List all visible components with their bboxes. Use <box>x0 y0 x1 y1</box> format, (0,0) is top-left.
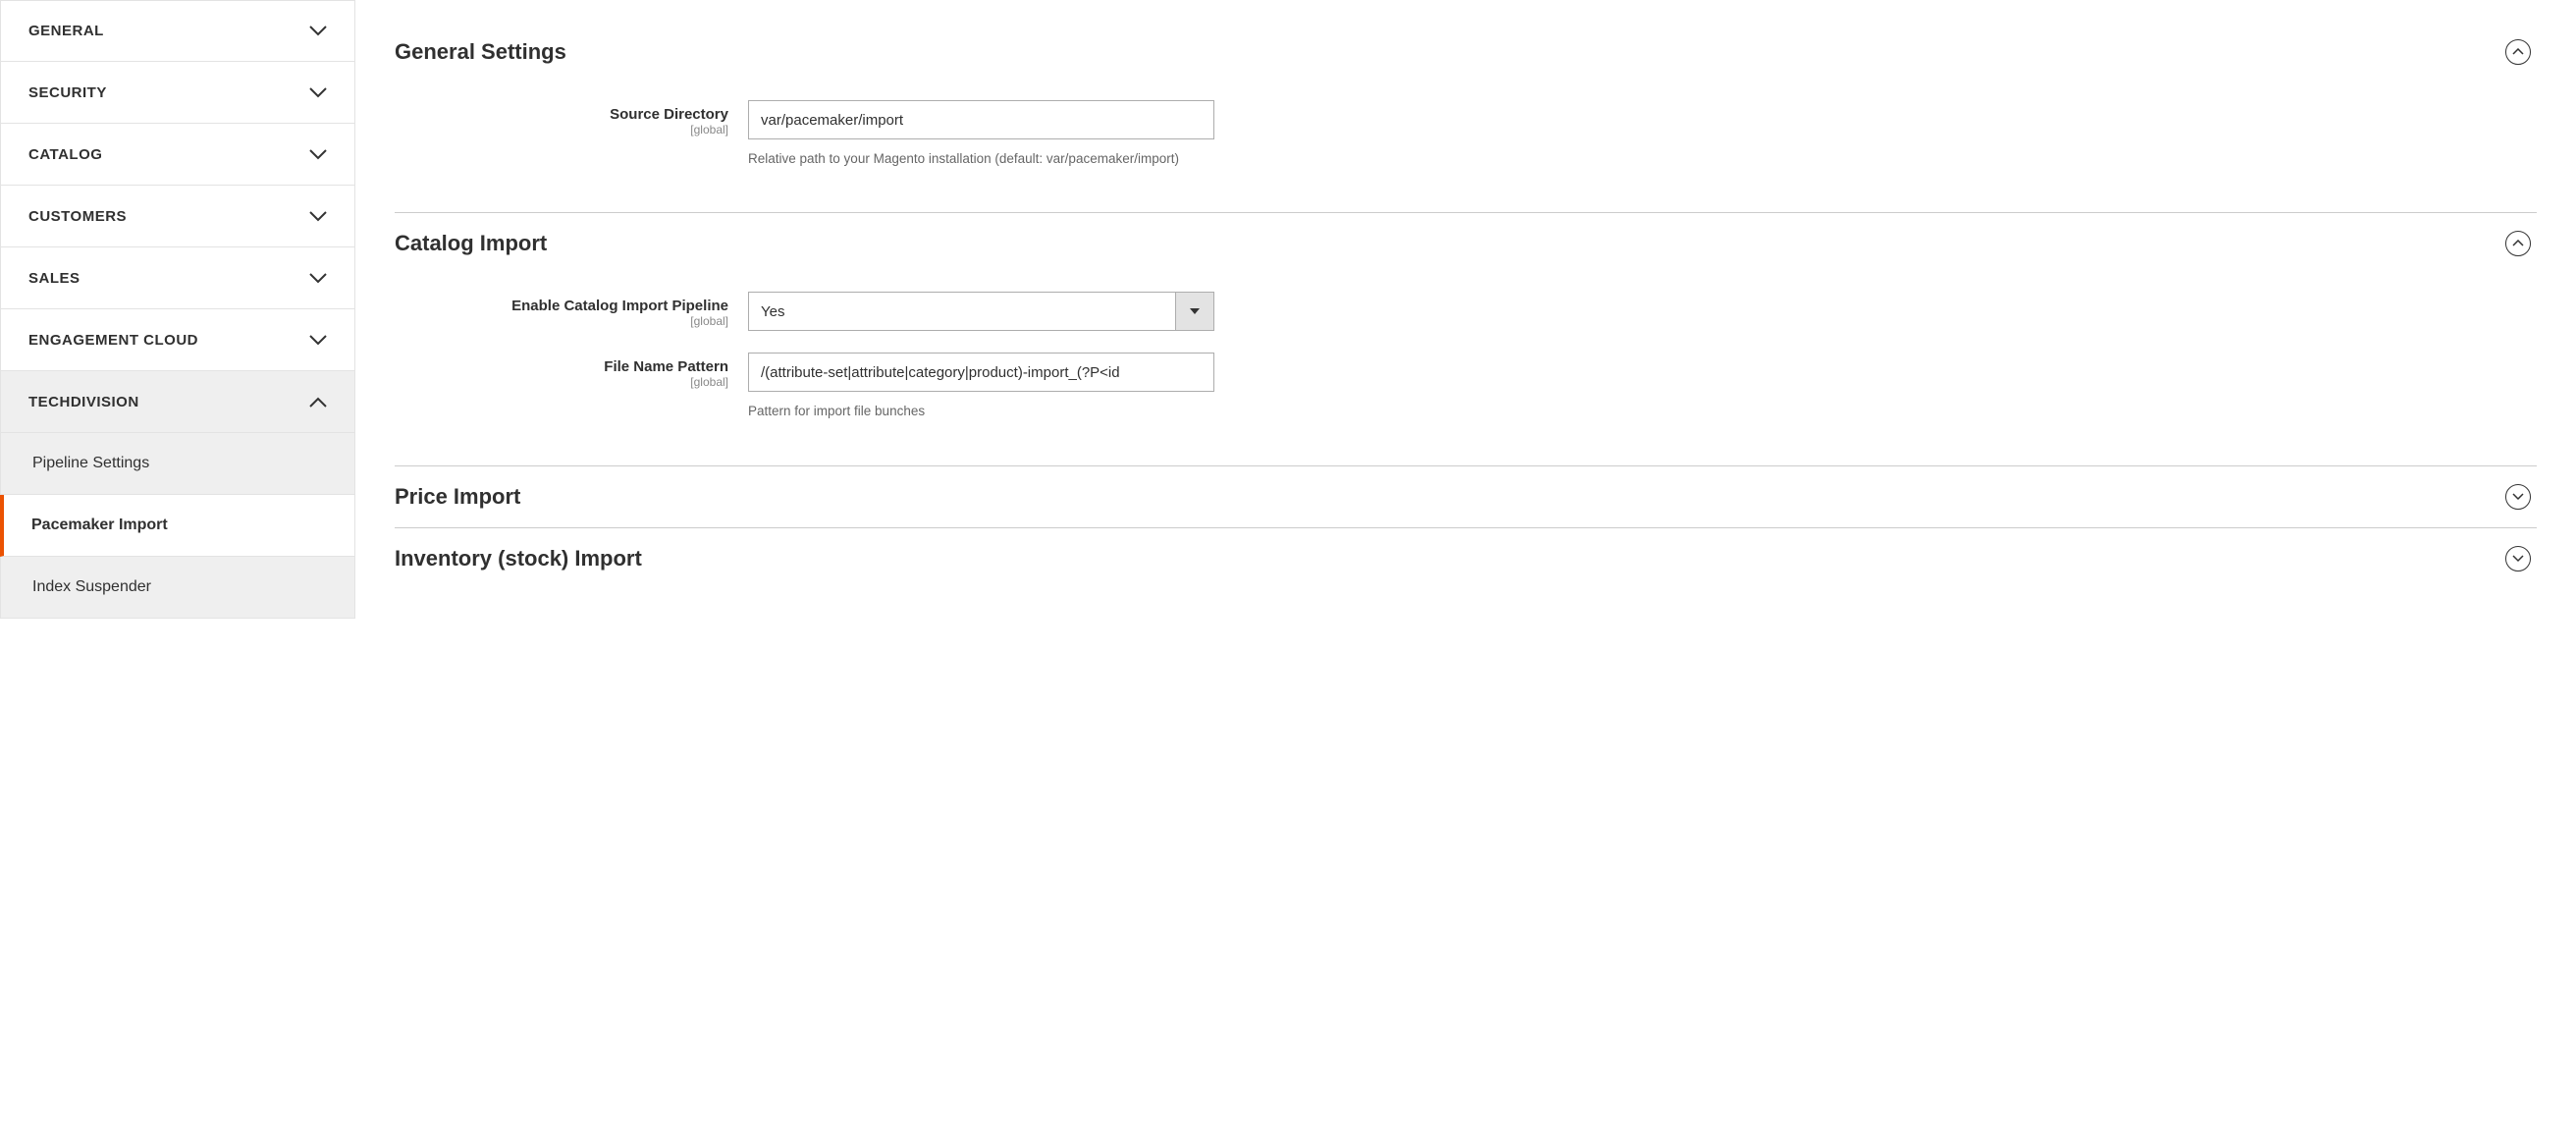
sidebar-sub-label: Pipeline Settings <box>32 455 149 471</box>
section-inventory-import: Inventory (stock) Import <box>395 528 2537 589</box>
field-label: Source Directory [global] <box>395 100 748 169</box>
section-body: Source Directory [global] Relative path … <box>395 82 2537 212</box>
label-text: Source Directory <box>395 106 728 123</box>
section-title: Inventory (stock) Import <box>395 546 642 572</box>
section-title: Catalog Import <box>395 231 547 256</box>
source-directory-input[interactable] <box>748 100 1214 139</box>
field-control: Yes <box>748 292 1214 331</box>
sidebar-sub-pacemaker-import[interactable]: Pacemaker Import <box>0 495 355 557</box>
sidebar-item-label: ENGAGEMENT CLOUD <box>28 332 198 349</box>
sidebar-item-catalog[interactable]: CATALOG <box>0 124 355 186</box>
chevron-down-icon <box>309 149 327 160</box>
sidebar-item-label: SALES <box>28 270 80 287</box>
sidebar-sub-label: Pacemaker Import <box>31 517 168 533</box>
file-name-pattern-input[interactable] <box>748 353 1214 392</box>
sidebar: GENERAL SECURITY CATALOG CUSTOMERS SALES… <box>0 0 355 619</box>
sidebar-sub-label: Index Suspender <box>32 578 151 595</box>
section-general-settings: General Settings Source Directory [globa… <box>395 22 2537 213</box>
section-catalog-import: Catalog Import Enable Catalog Import Pip… <box>395 213 2537 465</box>
field-note: Relative path to your Magento installati… <box>748 149 1214 169</box>
section-header-catalog-import[interactable]: Catalog Import <box>395 213 2537 274</box>
field-file-name-pattern: File Name Pattern [global] Pattern for i… <box>395 353 2537 421</box>
field-label: File Name Pattern [global] <box>395 353 748 421</box>
collapse-down-icon <box>2505 484 2531 510</box>
section-header-price-import[interactable]: Price Import <box>395 466 2537 527</box>
section-body: Enable Catalog Import Pipeline [global] … <box>395 274 2537 464</box>
collapse-down-icon <box>2505 546 2531 572</box>
main-content: General Settings Source Directory [globa… <box>355 0 2576 619</box>
section-title: General Settings <box>395 39 566 65</box>
sidebar-item-engagement-cloud[interactable]: ENGAGEMENT CLOUD <box>0 309 355 371</box>
enable-catalog-import-select[interactable]: Yes <box>748 292 1214 331</box>
sidebar-item-label: TECHDIVISION <box>28 394 139 410</box>
sidebar-item-general[interactable]: GENERAL <box>0 0 355 62</box>
section-header-inventory-import[interactable]: Inventory (stock) Import <box>395 528 2537 589</box>
sidebar-item-label: SECURITY <box>28 84 107 101</box>
field-note: Pattern for import file bunches <box>748 402 1214 421</box>
field-control: Pattern for import file bunches <box>748 353 1214 421</box>
sidebar-item-label: CUSTOMERS <box>28 208 127 225</box>
chevron-up-icon <box>309 397 327 408</box>
field-enable-catalog-import-pipeline: Enable Catalog Import Pipeline [global] … <box>395 292 2537 331</box>
label-scope: [global] <box>395 123 728 136</box>
collapse-up-icon <box>2505 39 2531 65</box>
field-label: Enable Catalog Import Pipeline [global] <box>395 292 748 331</box>
section-header-general-settings[interactable]: General Settings <box>395 22 2537 82</box>
chevron-down-icon <box>309 26 327 36</box>
collapse-up-icon <box>2505 231 2531 256</box>
label-scope: [global] <box>395 375 728 389</box>
chevron-down-icon <box>309 273 327 284</box>
chevron-down-icon <box>309 211 327 222</box>
chevron-down-icon <box>309 87 327 98</box>
sidebar-item-customers[interactable]: CUSTOMERS <box>0 186 355 247</box>
label-text: File Name Pattern <box>395 358 728 375</box>
sidebar-item-sales[interactable]: SALES <box>0 247 355 309</box>
field-source-directory: Source Directory [global] Relative path … <box>395 100 2537 169</box>
label-text: Enable Catalog Import Pipeline <box>395 298 728 314</box>
sidebar-sub-index-suspender[interactable]: Index Suspender <box>0 557 355 619</box>
sidebar-item-techdivision[interactable]: TECHDIVISION <box>0 371 355 433</box>
section-title: Price Import <box>395 484 520 510</box>
sidebar-sub-pipeline-settings[interactable]: Pipeline Settings <box>0 433 355 495</box>
sidebar-item-label: CATALOG <box>28 146 102 163</box>
sidebar-item-security[interactable]: SECURITY <box>0 62 355 124</box>
section-price-import: Price Import <box>395 466 2537 528</box>
sidebar-item-label: GENERAL <box>28 23 104 39</box>
chevron-down-icon <box>309 335 327 346</box>
field-control: Relative path to your Magento installati… <box>748 100 1214 169</box>
label-scope: [global] <box>395 314 728 328</box>
